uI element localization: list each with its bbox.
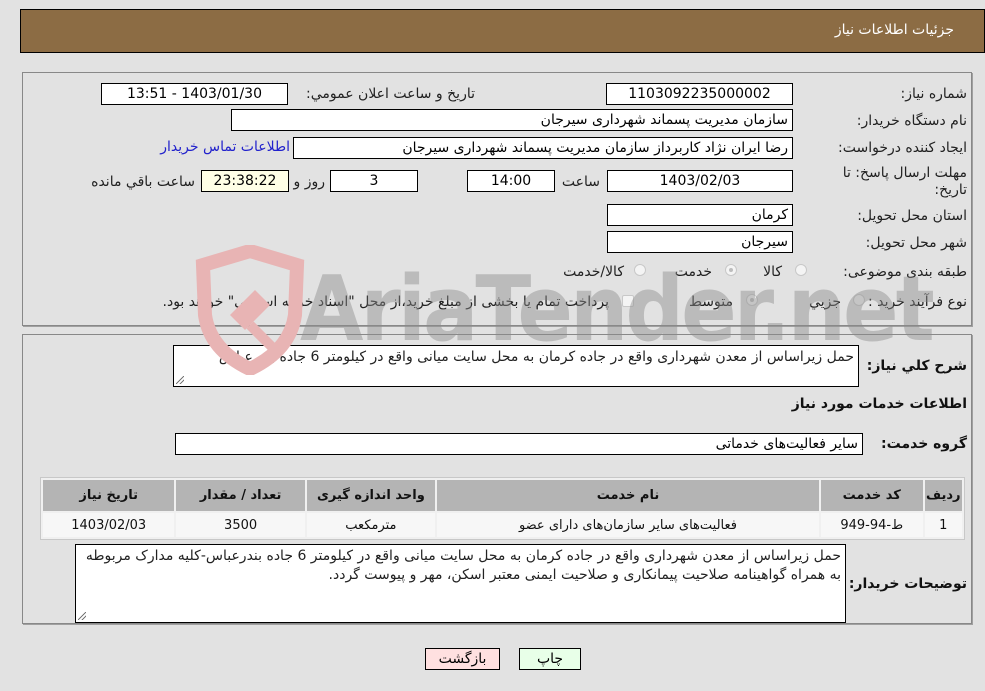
description-textarea[interactable]: حمل زیراساس از معدن شهرداری واقع در جاده…: [173, 345, 859, 387]
treasury-checkbox[interactable]: [622, 295, 634, 307]
category-option-goods-service: کالا/خدمت: [563, 264, 624, 280]
description-text: حمل زیراساس از معدن شهرداری واقع در جاده…: [218, 349, 854, 365]
category-option-goods: کالا: [763, 264, 782, 280]
province-field: کرمان: [607, 204, 793, 226]
print-button[interactable]: چاپ: [519, 648, 581, 670]
purchase-type-radio-minor[interactable]: [853, 294, 865, 306]
requester-field: رضا ایران نژاد کاربرداز سازمان مدیریت پس…: [293, 137, 793, 159]
col-service-code: کد خدمت: [820, 480, 923, 511]
deadline-label-line2: تاریخ:: [934, 182, 967, 198]
col-unit: واحد اندازه گیری: [306, 480, 436, 511]
cell-unit: مترمکعب: [306, 513, 436, 537]
service-group-field: سایر فعالیت‌های خدماتی: [175, 433, 863, 455]
treasury-note: پرداخت تمام یا بخشی از مبلغ خرید،از محل …: [162, 294, 609, 310]
category-label: طبقه بندی موضوعی:: [843, 264, 967, 280]
purchase-type-option-minor: جزیي: [809, 294, 841, 310]
description-label: شرح کلي نیاز:: [866, 358, 967, 374]
announce-date-field: 1403/01/30 - 13:51: [101, 83, 288, 105]
table-row: 1 ط-94-949 فعالیت‌های سایر سازمان‌های دا…: [43, 513, 962, 537]
col-need-date: تاریخ نیاز: [43, 480, 175, 511]
page-header: جزئیات اطلاعات نیاز: [20, 9, 985, 53]
days-remaining-field: 3: [330, 170, 418, 192]
back-button[interactable]: بازگشت: [425, 648, 500, 670]
requester-label: ایجاد کننده درخواست:: [838, 140, 967, 156]
deadline-label-line1: مهلت ارسال پاسخ: تا: [842, 165, 967, 181]
city-label: شهر محل تحویل:: [865, 235, 967, 251]
announce-date-label: تاریخ و ساعت اعلان عمومي:: [306, 86, 475, 102]
resize-grip-icon[interactable]: [176, 376, 184, 384]
remaining-time-label: ساعت باقي مانده: [91, 174, 195, 190]
buyer-notes-label: توضیحات خریدار:: [848, 576, 967, 592]
table-header-row: ردیف کد خدمت نام خدمت واحد اندازه گیری ت…: [43, 480, 962, 511]
days-label: روز و: [293, 174, 326, 190]
deadline-time-field: 14:00: [467, 170, 555, 192]
category-radio-goods-service[interactable]: [634, 264, 646, 276]
purchase-type-option-medium: متوسط: [689, 294, 733, 310]
cell-quantity: 3500: [176, 513, 305, 537]
col-service-name: نام خدمت: [437, 480, 819, 511]
service-group-label: گروه خدمت:: [881, 436, 967, 452]
city-field: سیرجان: [607, 231, 793, 253]
resize-grip-icon[interactable]: [78, 612, 86, 620]
cell-service-name: فعالیت‌های سایر سازمان‌های دارای عضو: [437, 513, 819, 537]
province-label: استان محل تحویل:: [857, 208, 967, 224]
cell-service-code: ط-94-949: [820, 513, 923, 537]
buyer-notes-textarea[interactable]: حمل زیراساس از معدن شهرداری واقع در جاده…: [75, 544, 846, 623]
purchase-type-radio-medium[interactable]: [746, 294, 758, 306]
need-number-label: شماره نیاز:: [900, 86, 968, 102]
buyer-org-field: سازمان مدیریت پسماند شهرداری سیرجان: [231, 109, 793, 131]
col-quantity: تعداد / مقدار: [176, 480, 305, 511]
buyer-org-label: نام دستگاه خریدار:: [856, 113, 967, 129]
remaining-time-field: 23:38:22: [201, 170, 289, 192]
category-radio-goods[interactable]: [795, 264, 807, 276]
category-option-service: خدمت: [674, 264, 712, 280]
cell-row-number: 1: [924, 513, 962, 537]
category-radio-service[interactable]: [725, 264, 737, 276]
deadline-date-field: 1403/02/03: [607, 170, 793, 192]
col-row-number: ردیف: [924, 480, 962, 511]
cell-need-date: 1403/02/03: [43, 513, 175, 537]
purchase-type-label: نوع فرآیند خرید :: [868, 294, 967, 310]
services-section-title: اطلاعات خدمات مورد نیاز: [791, 396, 967, 412]
deadline-time-label: ساعت: [561, 174, 600, 190]
page-title: جزئیات اطلاعات نیاز: [834, 22, 954, 38]
buyer-notes-text: حمل زیراساس از معدن شهرداری واقع در جاده…: [85, 548, 841, 583]
services-table: ردیف کد خدمت نام خدمت واحد اندازه گیری ت…: [40, 477, 965, 540]
buyer-contact-link[interactable]: اطلاعات تماس خریدار: [160, 139, 290, 155]
need-number-field: 1103092235000002: [606, 83, 793, 105]
